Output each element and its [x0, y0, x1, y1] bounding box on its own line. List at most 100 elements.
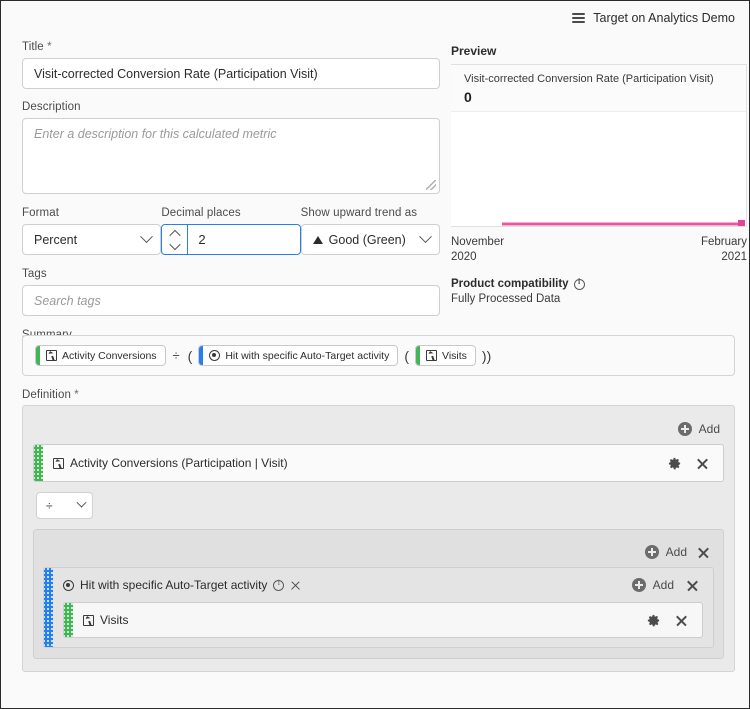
upward-trend-select[interactable]: Good (Green)	[300, 224, 440, 255]
close-icon[interactable]	[290, 580, 301, 591]
close-icon[interactable]	[686, 579, 699, 592]
summary-paren-close: ))	[481, 347, 492, 364]
axis-start-month: November	[451, 236, 505, 248]
product-compatibility-value: Fully Processed Data	[451, 293, 561, 305]
gear-icon[interactable]	[646, 613, 661, 628]
tags-input[interactable]: Search tags	[22, 285, 440, 316]
upward-trend-field: Show upward trend as Good (Green)	[300, 207, 440, 255]
group-toolbar: Add	[43, 539, 714, 565]
close-icon[interactable]	[675, 614, 688, 627]
preview-axis: November 2020 February 2021	[451, 235, 747, 265]
required-marker: *	[74, 389, 79, 401]
segment-body: Hit with specific Auto-Target activity A…	[53, 568, 713, 647]
segment-actions: Add	[631, 578, 709, 592]
summary-operator: ÷	[172, 348, 180, 363]
target-report-suite-selector[interactable]: Target on Analytics Demo	[572, 11, 735, 25]
title-input[interactable]: Visit-corrected Conversion Rate (Partici…	[22, 58, 440, 89]
decimal-places-input[interactable]: 2	[188, 225, 299, 254]
definition-label: Definition *	[22, 389, 79, 401]
top-bar: Target on Analytics Demo	[1, 1, 749, 35]
decimal-places-field: Decimal places 2	[161, 207, 301, 255]
add-button[interactable]: Add	[631, 578, 674, 592]
report-suite-label: Target on Analytics Demo	[593, 11, 735, 25]
preview-card: Visit-corrected Conversion Rate (Partici…	[451, 64, 747, 227]
summary-paren-open-1: (	[187, 347, 193, 364]
chevron-down-icon	[76, 497, 87, 508]
definition-group-container: Add Hit with specific Auto-Target activi…	[33, 529, 724, 659]
chevron-down-icon[interactable]	[169, 238, 181, 250]
product-compatibility-title: Product compatibility	[451, 277, 747, 290]
drag-handle[interactable]	[44, 568, 53, 647]
upward-trend-value: Good (Green)	[328, 232, 406, 247]
add-button[interactable]: Add	[677, 422, 720, 436]
metric-icon	[83, 614, 94, 626]
gear-icon[interactable]	[667, 456, 682, 471]
chevron-down-icon	[419, 230, 432, 244]
decimal-places-stepper[interactable]: 2	[161, 224, 301, 255]
definition-toolbar: Add	[33, 416, 724, 442]
summary-chip-label: Visits	[442, 349, 467, 362]
item-label: Activity Conversions (Participation | Vi…	[70, 456, 288, 470]
operator-select-divide[interactable]: ÷	[36, 492, 93, 519]
definition-item-activity-conversions[interactable]: Activity Conversions (Participation | Vi…	[33, 444, 724, 482]
summary-chip-visits[interactable]: Visits	[415, 345, 476, 366]
resize-handle-icon[interactable]	[426, 180, 436, 190]
decimal-places-label: Decimal places	[161, 207, 241, 219]
close-icon[interactable]	[696, 457, 709, 470]
format-label: Format	[22, 207, 60, 219]
format-field: Format Percent	[22, 207, 162, 255]
segment-title: Hit with specific Auto-Target activity	[80, 578, 268, 592]
segment-title-wrap: Hit with specific Auto-Target activity	[63, 578, 632, 592]
stepper-buttons[interactable]	[162, 225, 189, 254]
summary-paren-open-2: (	[404, 347, 409, 364]
metric-icon	[426, 350, 437, 362]
drag-handle[interactable]	[34, 445, 43, 481]
drag-handle[interactable]	[64, 603, 73, 637]
format-value: Percent	[34, 232, 78, 247]
axis-end: February 2021	[701, 235, 747, 265]
preview-chart	[452, 113, 745, 226]
segment-header: Hit with specific Auto-Target activity A…	[53, 568, 713, 602]
preview-panel: Preview Visit-corrected Conversion Rate …	[451, 44, 747, 305]
summary-chip-label: Hit with specific Auto-Target activity	[225, 349, 390, 362]
upward-trend-label: Show upward trend as	[300, 207, 418, 219]
summary-chip-segment[interactable]: Hit with specific Auto-Target activity	[198, 345, 399, 366]
definition-item-visits[interactable]: Visits	[63, 602, 703, 638]
plus-icon	[677, 422, 692, 436]
axis-end-month: February	[700, 236, 747, 248]
add-button[interactable]: Add	[644, 545, 687, 559]
info-icon[interactable]	[273, 578, 285, 591]
metric-color-bar	[416, 346, 420, 365]
item-label-wrap: Visits	[73, 603, 646, 637]
summary-section: Activity Conversions ÷ ( Hit with specif…	[22, 335, 735, 406]
definition-builder: Add Activity Conversions (Participation …	[22, 405, 735, 672]
summary-expression: Activity Conversions ÷ ( Hit with specif…	[22, 335, 735, 376]
segment-icon	[209, 350, 221, 361]
add-button-label: Add	[698, 422, 720, 436]
preview-chart-svg	[502, 220, 745, 226]
preview-metric-name: Visit-corrected Conversion Rate (Partici…	[464, 73, 714, 85]
description-textarea[interactable]: Enter a description for this calculated …	[22, 118, 440, 194]
info-icon[interactable]	[573, 277, 585, 290]
summary-chip-activity-conversions[interactable]: Activity Conversions	[35, 345, 166, 366]
divide-symbol: ÷	[46, 498, 53, 513]
metric-form: Title * Visit-corrected Conversion Rate …	[22, 41, 440, 346]
chevron-down-icon	[140, 230, 154, 244]
format-select[interactable]: Percent	[22, 224, 162, 255]
preview-title: Preview	[451, 44, 497, 58]
item-label-wrap: Activity Conversions (Participation | Vi…	[43, 445, 667, 481]
description-label: Description	[22, 101, 81, 113]
item-label: Visits	[100, 613, 129, 627]
segment-color-bar	[199, 346, 204, 365]
app-window: Target on Analytics Demo Title * Visit-c…	[0, 0, 750, 709]
preview-header-text: Visit-corrected Conversion Rate (Partici…	[464, 72, 738, 105]
item-actions	[646, 603, 702, 637]
item-actions	[667, 445, 723, 481]
axis-start: November 2020	[451, 235, 504, 265]
add-button-label: Add	[665, 545, 687, 559]
close-icon[interactable]	[697, 546, 710, 559]
axis-end-year: 2021	[721, 251, 747, 263]
app-body: Target on Analytics Demo Title * Visit-c…	[1, 1, 749, 708]
stack-icon	[572, 12, 586, 25]
segment-icon	[63, 579, 74, 591]
